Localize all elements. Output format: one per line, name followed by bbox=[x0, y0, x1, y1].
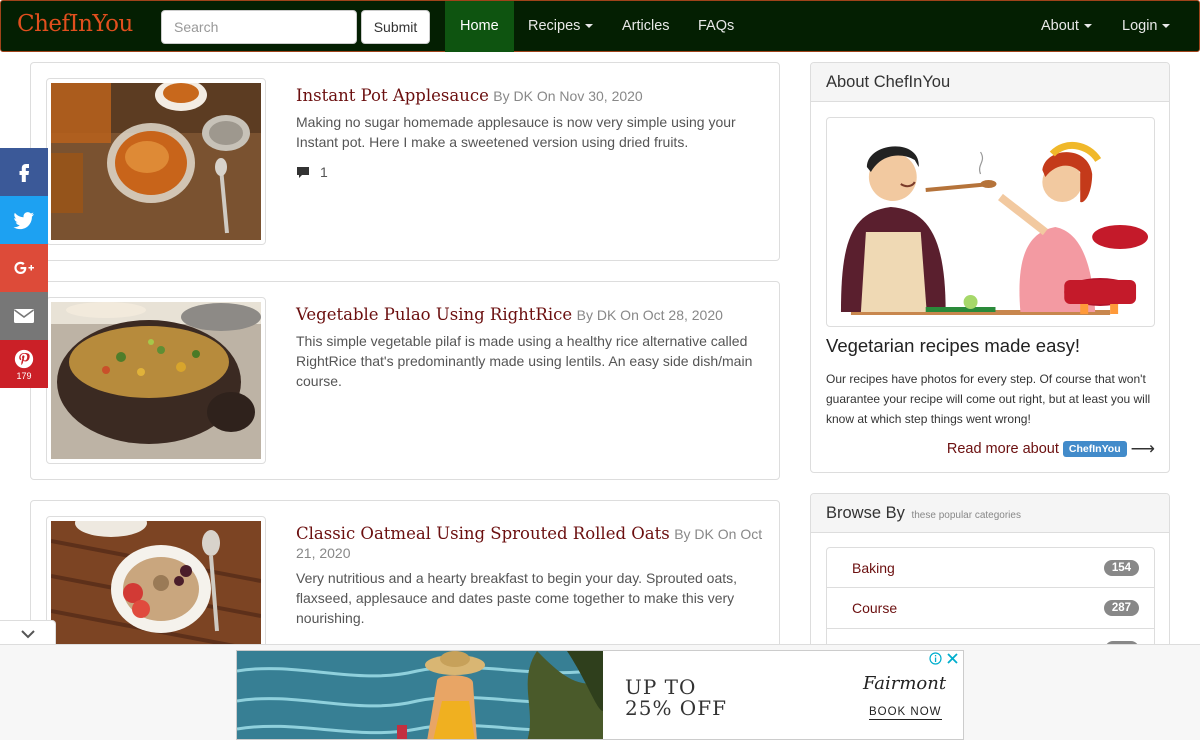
nav-about[interactable]: About bbox=[1026, 1, 1107, 52]
post-card: Classic Oatmeal Using Sprouted Rolled Oa… bbox=[30, 500, 780, 650]
post-title[interactable]: Classic Oatmeal Using Sprouted Rolled Oa… bbox=[296, 524, 670, 543]
post-thumbnail[interactable] bbox=[46, 516, 266, 649]
oatmeal-photo bbox=[51, 521, 261, 649]
chef-couple-illustration bbox=[831, 122, 1150, 322]
facebook-icon bbox=[19, 164, 29, 182]
read-more-link[interactable]: Read more about ChefInYou ⟶ bbox=[947, 439, 1155, 459]
category-list: Baking 154 Course 287 bbox=[826, 547, 1155, 652]
nav-recipes[interactable]: Recipes bbox=[513, 1, 608, 52]
post-body: Vegetable Pulao Using RightRice By DK On… bbox=[296, 304, 766, 391]
twitter-icon bbox=[13, 212, 34, 230]
email-icon bbox=[14, 309, 34, 323]
about-illustration bbox=[826, 117, 1155, 327]
twitter-share-button[interactable] bbox=[0, 196, 48, 244]
browse-subheading: these popular categories bbox=[911, 510, 1021, 521]
nav-articles[interactable]: Articles bbox=[607, 1, 685, 52]
post-title[interactable]: Vegetable Pulao Using RightRice bbox=[296, 305, 572, 324]
arrow-right-icon: ⟶ bbox=[1130, 439, 1155, 458]
category-item-course[interactable]: Course 287 bbox=[826, 588, 1155, 629]
nav-recipes-label: Recipes bbox=[528, 18, 581, 34]
nav-login-label: Login bbox=[1122, 18, 1158, 34]
comment-icon bbox=[297, 166, 309, 178]
ad-close-icon[interactable] bbox=[946, 652, 959, 665]
post-excerpt: This simple vegetable pilaf is made usin… bbox=[296, 333, 753, 389]
nav-login[interactable]: Login bbox=[1107, 1, 1185, 52]
chevron-down-icon bbox=[20, 629, 35, 638]
ad-info-icon[interactable] bbox=[929, 652, 942, 665]
category-item-baking[interactable]: Baking 154 bbox=[826, 547, 1155, 588]
pinterest-icon bbox=[14, 349, 34, 368]
ad-controls bbox=[929, 652, 959, 665]
browse-panel: Browse By these popular categories Bakin… bbox=[810, 493, 1170, 653]
post-thumbnail[interactable] bbox=[46, 297, 266, 464]
pinterest-share-button[interactable]: 179 bbox=[0, 340, 48, 388]
ad-brand-logo: Fairmont bbox=[863, 673, 947, 694]
post-excerpt: Very nutritious and a hearty breakfast t… bbox=[296, 570, 738, 626]
about-description: Our recipes have photos for every step. … bbox=[826, 372, 1151, 426]
pulao-photo bbox=[51, 302, 261, 459]
about-panel: About ChefInYou Vegetarian recipes made … bbox=[810, 62, 1170, 473]
category-name: Baking bbox=[852, 559, 895, 576]
search-submit-button[interactable]: Submit bbox=[361, 10, 430, 44]
site-logo[interactable]: ChefInYou bbox=[17, 11, 133, 37]
facebook-share-button[interactable] bbox=[0, 148, 48, 196]
googleplus-share-button[interactable] bbox=[0, 244, 48, 292]
nav-home[interactable]: Home bbox=[445, 1, 514, 52]
caret-down-icon bbox=[1083, 24, 1092, 29]
applesauce-photo bbox=[51, 83, 261, 240]
read-more-label: Read more about bbox=[946, 441, 1059, 457]
ad-pool-photo bbox=[237, 651, 603, 739]
post-title[interactable]: Instant Pot Applesauce bbox=[296, 86, 489, 105]
category-count-badge: 154 bbox=[1103, 559, 1139, 576]
post-card: Vegetable Pulao Using RightRice By DK On… bbox=[30, 281, 780, 480]
comment-count: 1 bbox=[320, 164, 328, 180]
pinterest-count: 179 bbox=[16, 370, 32, 381]
nav-faqs[interactable]: FAQs bbox=[683, 1, 749, 52]
advertisement-banner[interactable]: UP TO 25% OFF Fairmont BOOK NOW bbox=[236, 650, 964, 740]
nav-about-label: About bbox=[1041, 18, 1079, 34]
post-body: Classic Oatmeal Using Sprouted Rolled Oa… bbox=[296, 523, 766, 628]
googleplus-icon bbox=[14, 261, 34, 274]
post-card: Instant Pot Applesauce By DK On Nov 30, … bbox=[30, 62, 780, 261]
comments-link[interactable]: 1 bbox=[296, 164, 766, 180]
ad-book-now-link[interactable]: BOOK NOW bbox=[869, 706, 942, 720]
top-navbar: ChefInYou Submit Home Recipes Articles F… bbox=[0, 0, 1200, 52]
post-meta: By DK On Oct 28, 2020 bbox=[576, 307, 723, 323]
category-name: Course bbox=[852, 600, 898, 616]
browse-heading-label: Browse By bbox=[826, 504, 905, 522]
caret-down-icon bbox=[1162, 24, 1171, 29]
post-excerpt: Making no sugar homemade applesauce is n… bbox=[296, 114, 736, 150]
brand-label: ChefInYou bbox=[1062, 441, 1127, 457]
caret-down-icon bbox=[585, 24, 594, 29]
about-tagline: Vegetarian recipes made easy! bbox=[826, 335, 1081, 356]
about-panel-heading: About ChefInYou bbox=[811, 63, 1169, 102]
browse-panel-heading: Browse By these popular categories bbox=[811, 494, 1169, 533]
search-input[interactable] bbox=[161, 10, 357, 44]
ad-headline: UP TO 25% OFF bbox=[625, 675, 727, 720]
email-share-button[interactable] bbox=[0, 292, 48, 340]
post-thumbnail[interactable] bbox=[46, 78, 266, 245]
post-body: Instant Pot Applesauce By DK On Nov 30, … bbox=[296, 85, 766, 180]
post-meta: By DK On Nov 30, 2020 bbox=[493, 88, 643, 104]
category-count-badge: 287 bbox=[1103, 600, 1139, 616]
